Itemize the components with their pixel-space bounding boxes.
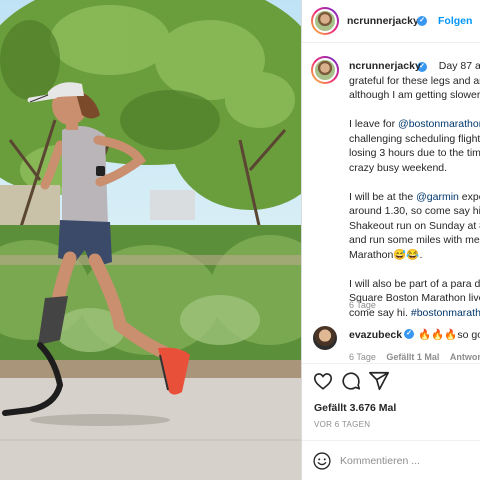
runner-photo-illustration: [0, 0, 301, 480]
like-count[interactable]: Gefällt 3.676 Mal: [314, 402, 396, 414]
caption-text-fragment: I will be at the: [349, 190, 417, 203]
caption-line: losing 3 hours due to the time: [349, 147, 480, 159]
divider: [302, 363, 480, 364]
post-date[interactable]: VOR 6 TAGEN: [314, 420, 370, 429]
mention-link[interactable]: @bostonmarathon: [398, 118, 480, 130]
caption-username[interactable]: ncrunnerjacky: [349, 60, 421, 72]
verified-icon: ✓: [417, 16, 427, 26]
comment-likes[interactable]: Gefällt 1 Mal: [386, 352, 439, 362]
comment-meta: 6 Tage Gefällt 1 Mal Antworte: [349, 352, 480, 362]
caption-line: Shakeout run on Sunday at 8.: [349, 219, 480, 232]
caption-line: challenging scheduling flights: [349, 132, 480, 145]
comment-body: 🔥🔥🔥so good!: [418, 329, 480, 341]
caption-area: ✓ ncrunnerjackyDay 87 and grateful for t…: [302, 44, 480, 320]
mention-link[interactable]: @garmin: [416, 191, 459, 203]
caption-line: and run some miles with me. D: [349, 234, 480, 246]
comment-icon[interactable]: [340, 370, 362, 392]
comment-avatar[interactable]: [313, 326, 337, 350]
hashtag-link[interactable]: #bostonmarathon: [411, 307, 480, 319]
post-side-panel: ncrunnerjacky ✓ Folgen ✓ ncrunnerjacky Da…: [301, 0, 480, 480]
caption-age[interactable]: 6 Tage: [349, 300, 376, 310]
caption-line: I will also be part of a para divi: [349, 277, 480, 290]
caption-avatar[interactable]: [311, 56, 339, 84]
caption-line: Day 87 and: [438, 60, 480, 72]
caption-line: although I am getting slower e: [349, 89, 480, 101]
caption-line: Marathon😅😂.: [349, 248, 423, 261]
verified-icon: ✓: [404, 329, 414, 339]
share-icon[interactable]: [368, 370, 390, 392]
caption-line: grateful for these legs and am: [349, 74, 480, 87]
caption-text: ncrunnerjacky Day 87 and grateful for the…: [349, 59, 480, 320]
comment-age[interactable]: 6 Tage: [349, 352, 376, 362]
comment: evazubeck 🔥🔥🔥so good!: [349, 328, 480, 341]
caption-text-fragment: I leave for: [349, 118, 399, 130]
reply-button[interactable]: Antworte: [450, 352, 480, 362]
avatar[interactable]: [311, 7, 339, 35]
heart-icon[interactable]: [312, 370, 334, 392]
header-username[interactable]: ncrunnerjacky: [347, 15, 419, 27]
emoji-icon[interactable]: [312, 451, 332, 471]
comment-box: [302, 440, 480, 480]
post-header: ncrunnerjacky ✓ Folgen: [302, 0, 480, 43]
comment-username[interactable]: evazubeck: [349, 329, 402, 341]
caption-line: crazy busy weekend.: [349, 161, 448, 174]
comment-input[interactable]: [340, 451, 480, 471]
caption-text-fragment: expo b: [461, 190, 480, 203]
post-photo[interactable]: [0, 0, 301, 480]
follow-button[interactable]: Folgen: [438, 15, 472, 27]
caption-line: around 1.30, so come say hi. I: [349, 205, 480, 217]
